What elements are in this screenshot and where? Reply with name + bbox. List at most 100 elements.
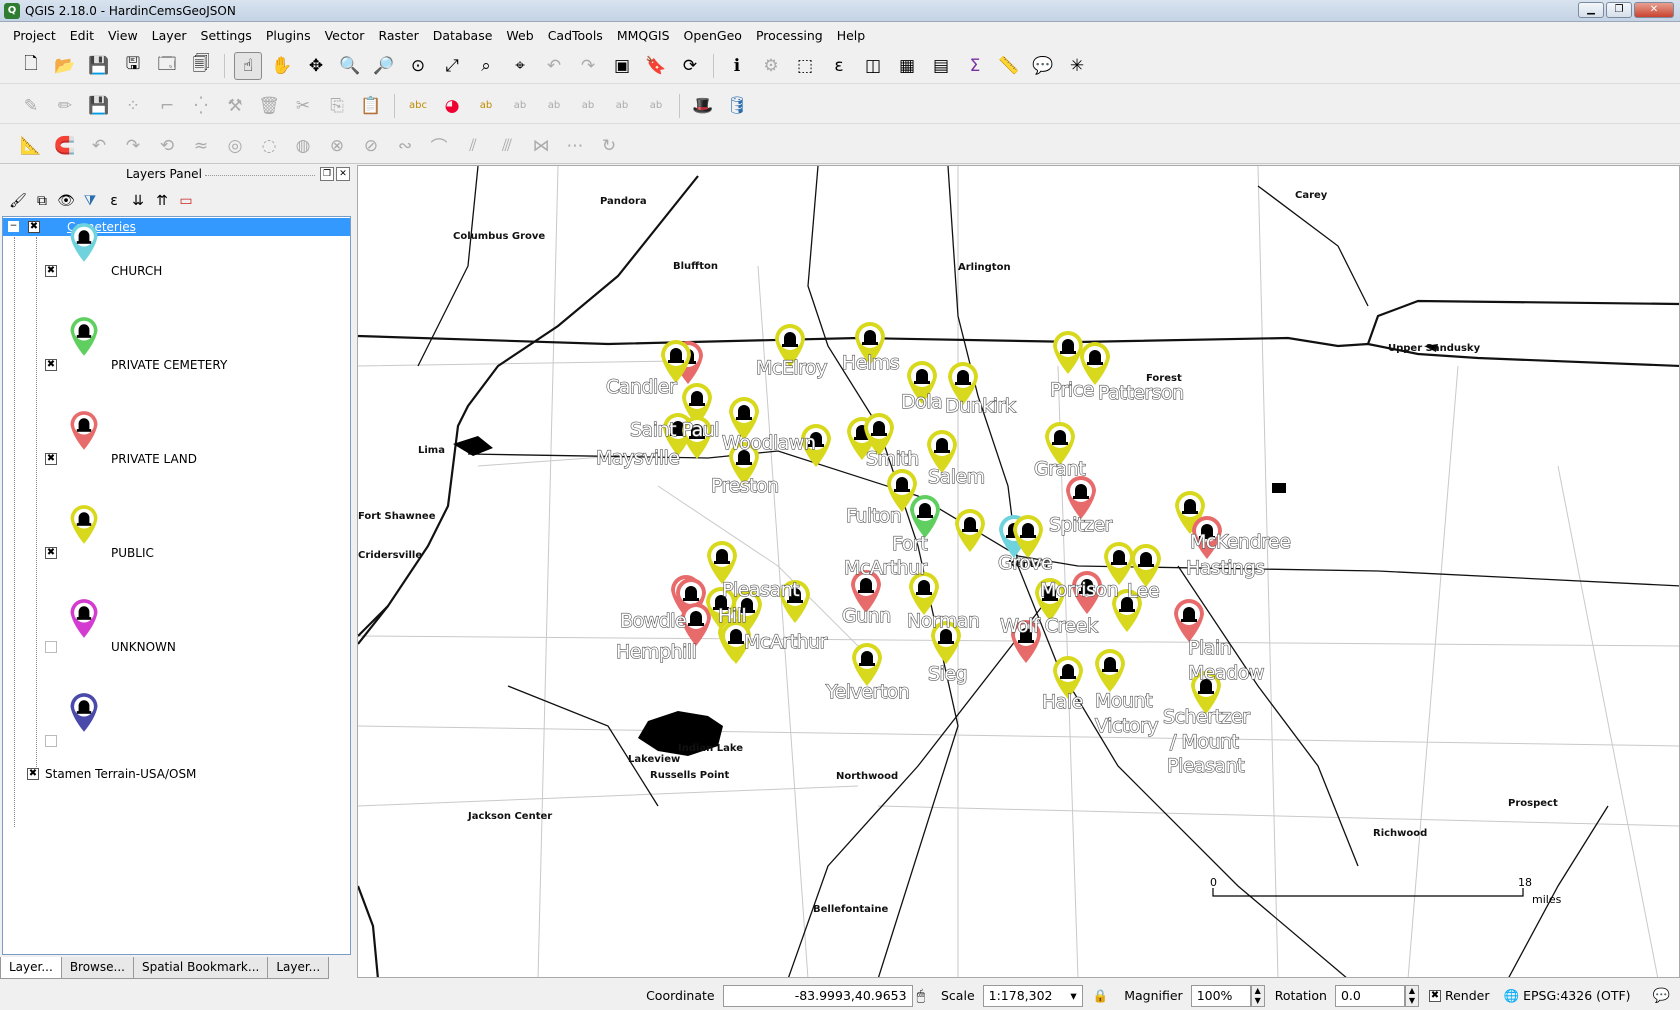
run-action-icon[interactable]: ⚙ xyxy=(757,52,785,80)
open-project-icon[interactable]: 📂 xyxy=(51,52,79,80)
coordinate-field[interactable]: -83.9993,40.9653 xyxy=(722,984,913,1007)
zoom-layer-icon[interactable]: ⌖ xyxy=(506,52,534,80)
rotation-spinner[interactable]: ▲ ▼ xyxy=(1404,984,1419,1007)
move-label-icon[interactable]: ab xyxy=(540,92,568,120)
map-canvas[interactable]: 0 18 miles Pandora Carey Columbus Grove Blu… xyxy=(357,165,1680,978)
filter-legend-icon[interactable]: ⧩ xyxy=(78,193,102,209)
basemap-layer-name[interactable]: Stamen Terrain-USA/OSM xyxy=(45,767,196,781)
filter-expression-icon[interactable]: ε xyxy=(102,193,126,209)
menu-settings[interactable]: Settings xyxy=(194,28,259,43)
crs-globe-icon[interactable]: 🌐 xyxy=(1504,988,1520,1004)
messages-icon[interactable]: 💬 xyxy=(1653,988,1670,1004)
float-panel-button[interactable]: ❐ xyxy=(320,167,334,181)
cemeteries-checkbox[interactable]: ✖ xyxy=(28,221,40,233)
move-feature-icon[interactable]: ⌐ xyxy=(153,92,181,120)
label-icon[interactable]: abc xyxy=(404,92,432,120)
save-edits-icon[interactable]: 💾 xyxy=(85,92,113,120)
copy-features-icon[interactable]: ⎘ xyxy=(323,92,351,120)
node-tool-icon[interactable]: ⁛ xyxy=(187,92,215,120)
close-panel-button[interactable]: ✕ xyxy=(336,167,350,181)
cemetery-marker-icon[interactable] xyxy=(707,541,737,584)
menu-opengeo[interactable]: OpenGeo xyxy=(677,28,749,43)
category-checkbox[interactable]: ✖ xyxy=(45,453,57,465)
menu-help[interactable]: Help xyxy=(830,28,873,43)
tab-spatial-bookmarks[interactable]: Spatial Bookmark... xyxy=(132,957,269,979)
menu-mmqgis[interactable]: MMQGIS xyxy=(610,28,677,43)
add-feature-icon[interactable]: ⁘ xyxy=(119,92,147,120)
zoom-next-icon[interactable]: ↷ xyxy=(574,52,602,80)
cemetery-marker-icon[interactable] xyxy=(1066,476,1096,519)
pan-to-selection-icon[interactable]: ✥ xyxy=(302,52,330,80)
menu-web[interactable]: Web xyxy=(499,28,540,43)
category-checkbox[interactable] xyxy=(45,735,57,747)
tab-layers[interactable]: Layer... xyxy=(0,957,62,979)
menu-vector[interactable]: Vector xyxy=(318,28,372,43)
magnet-icon[interactable]: 🧲 xyxy=(51,132,79,160)
attribute-table-icon[interactable]: ▦ xyxy=(893,52,921,80)
merge-attributes-icon[interactable]: ⋯ xyxy=(561,132,589,160)
menu-cadtools[interactable]: CadTools xyxy=(541,28,610,43)
map-tips-icon[interactable]: 💬 xyxy=(1029,52,1057,80)
reshape-icon[interactable]: ∾ xyxy=(391,132,419,160)
change-label-icon[interactable]: ab xyxy=(608,92,636,120)
category-checkbox[interactable]: ✖ xyxy=(45,265,57,277)
simplify-icon[interactable]: ≈ xyxy=(187,132,215,160)
minimize-button[interactable]: ▁ xyxy=(1578,2,1604,18)
deselect-icon[interactable]: ◫ xyxy=(859,52,887,80)
scale-combobox[interactable]: 1:178,302 ▾ xyxy=(982,984,1083,1007)
save-project-icon[interactable]: 💾 xyxy=(85,52,113,80)
rotate-feature-icon[interactable]: ⟲ xyxy=(153,132,181,160)
cemetery-marker-icon[interactable] xyxy=(1053,331,1083,374)
split-parts-icon[interactable]: ⫻ xyxy=(493,132,521,160)
zoom-full-icon[interactable]: ⤢ xyxy=(438,52,466,80)
category-checkbox[interactable] xyxy=(45,641,57,653)
identify-icon[interactable]: ℹ xyxy=(723,52,751,80)
category-checkbox[interactable]: ✖ xyxy=(45,359,57,371)
show-hide-labels-icon[interactable]: ab xyxy=(506,92,534,120)
menu-database[interactable]: Database xyxy=(426,28,500,43)
touch-zoom-icon[interactable]: ✋ xyxy=(268,52,296,80)
toggle-extents-icon[interactable]: 🖱 xyxy=(917,988,925,1004)
paste-features-icon[interactable]: 📋 xyxy=(357,92,385,120)
field-calculator-icon[interactable]: ▤ xyxy=(927,52,955,80)
split-features-icon[interactable]: ⫽ xyxy=(459,132,487,160)
remove-layer-icon[interactable]: ▭ xyxy=(174,193,198,209)
style-manager-icon[interactable]: 🖌 xyxy=(6,193,30,209)
menu-processing[interactable]: Processing xyxy=(749,28,830,43)
plugin-hat-icon[interactable]: 🎩 xyxy=(689,92,717,120)
save-as-icon[interactable]: 🖫 xyxy=(119,52,147,80)
category-checkbox[interactable]: ✖ xyxy=(45,547,57,559)
zoom-selection-icon[interactable]: ⌕ xyxy=(472,52,500,80)
toggle-editing-icon[interactable]: ✏ xyxy=(51,92,79,120)
node-edit-icon[interactable]: ⚒ xyxy=(221,92,249,120)
zoom-native-icon[interactable]: ⊙ xyxy=(404,52,432,80)
render-checkbox[interactable]: ✖ xyxy=(1428,989,1441,1002)
cemetery-marker-icon[interactable] xyxy=(1095,649,1125,692)
delete-part-icon[interactable]: ⊘ xyxy=(357,132,385,160)
cemetery-marker-icon[interactable] xyxy=(852,643,882,686)
rotation-field[interactable]: 0.0 xyxy=(1334,984,1405,1007)
basemap-checkbox[interactable]: ✖ xyxy=(27,768,39,780)
annotation-icon[interactable]: ✳ xyxy=(1063,52,1091,80)
statistics-icon[interactable]: Σ xyxy=(961,52,989,80)
add-part-icon[interactable]: ◌ xyxy=(255,132,283,160)
menu-layer[interactable]: Layer xyxy=(145,28,194,43)
tab-layer-order[interactable]: Layer... xyxy=(267,957,330,979)
new-project-icon[interactable]: 🗋 xyxy=(17,52,45,80)
zoom-in-icon[interactable]: 🔍 xyxy=(336,52,364,80)
delete-ring-icon[interactable]: ⊗ xyxy=(323,132,351,160)
fill-ring-icon[interactable]: ◍ xyxy=(289,132,317,160)
db-manager-icon[interactable]: 🛢 xyxy=(723,92,751,120)
rotate-symbols-icon[interactable]: ↻ xyxy=(595,132,623,160)
current-edits-icon[interactable]: ✎ xyxy=(17,92,45,120)
composer-manager-icon[interactable]: 🗐 xyxy=(187,52,215,80)
add-group-icon[interactable]: ⧉ xyxy=(30,193,54,209)
cemetery-marker-icon[interactable] xyxy=(955,509,985,552)
pin-labels-icon[interactable]: ab xyxy=(472,92,500,120)
collapse-toggle[interactable]: − xyxy=(8,221,19,232)
refresh-icon[interactable]: ⟳ xyxy=(676,52,704,80)
lock-scale-icon[interactable]: 🔒 xyxy=(1093,988,1109,1004)
undo-icon[interactable]: ↶ xyxy=(85,132,113,160)
cemetery-marker-icon[interactable] xyxy=(1174,599,1204,642)
new-map-view-icon[interactable]: ▣ xyxy=(608,52,636,80)
